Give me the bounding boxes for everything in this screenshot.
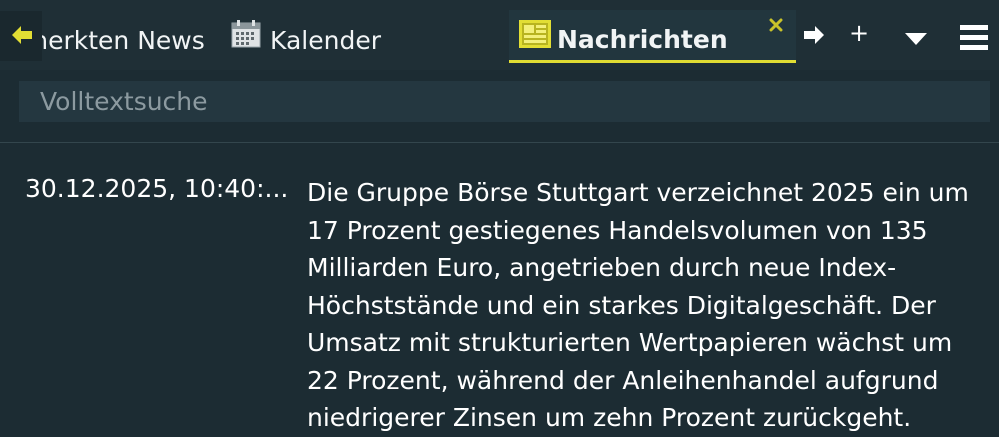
scroll-tabs-left-button[interactable]: [0, 11, 42, 61]
news-summary: Die Gruppe Börse Stuttgart verzeichnet 2…: [307, 178, 969, 432]
newspaper-icon: [519, 20, 551, 48]
calendar-icon: [231, 20, 261, 48]
arrow-left-icon: [12, 26, 32, 44]
news-list-item[interactable]: 30.12.2025, 10:40:... Die Gruppe Börse S…: [0, 172, 999, 432]
arrow-right-icon: [804, 26, 824, 44]
tab-news-label: Nachrichten: [557, 25, 728, 54]
search-input[interactable]: [19, 81, 990, 122]
hamburger-menu-icon: [960, 25, 988, 50]
close-tab-icon[interactable]: [769, 18, 783, 32]
tab-list-dropdown-button[interactable]: [905, 30, 927, 49]
add-tab-button[interactable]: +: [849, 19, 869, 47]
main-menu-button[interactable]: [960, 25, 988, 55]
news-timestamp: 30.12.2025, 10:40:...: [25, 174, 289, 203]
plus-icon: +: [849, 19, 870, 47]
tab-bar: Gemerkten News Kalender Nachrichten +: [0, 0, 999, 70]
scroll-tabs-right-button[interactable]: [804, 26, 824, 48]
tab-news-active[interactable]: Nachrichten: [509, 10, 796, 63]
divider: [0, 142, 999, 143]
tab-calendar[interactable]: Kalender: [220, 10, 490, 62]
fulltext-search: [19, 81, 990, 122]
tab-calendar-label: Kalender: [270, 26, 381, 55]
chevron-down-icon: [905, 33, 927, 45]
